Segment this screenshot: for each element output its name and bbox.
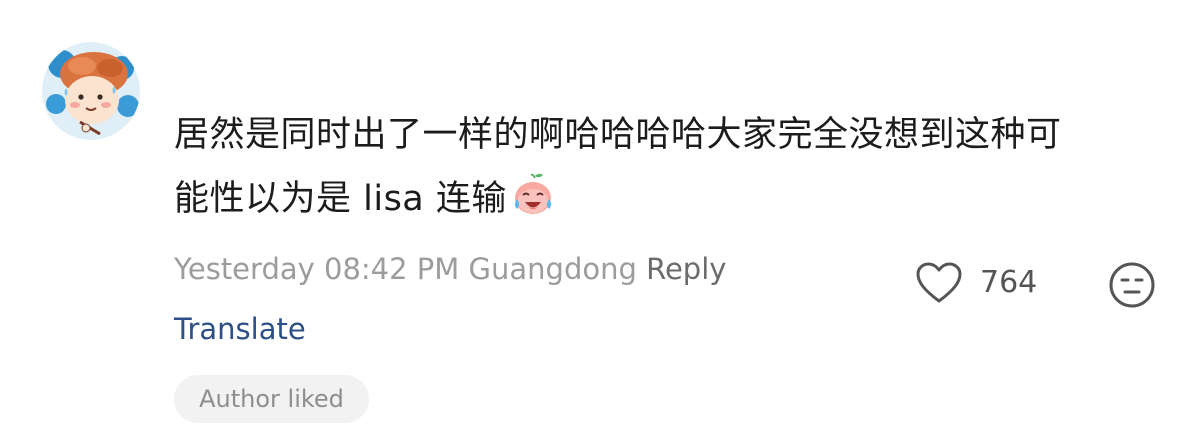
author-liked-badge: Author liked (174, 375, 369, 423)
comment-text-line-1: 居然是同时出了一样的啊哈哈哈哈大家完全没想到这种可 (174, 115, 1062, 155)
reply-button[interactable]: Reply (646, 252, 726, 286)
comment-item: 居然是同时出了一样的啊哈哈哈哈大家完全没想到这种可 能性以为是 lisa 连输 (0, 0, 1200, 432)
comment-text: 居然是同时出了一样的啊哈哈哈哈大家完全没想到这种可 能性以为是 lisa 连输 (174, 103, 1074, 231)
like-count: 764 (980, 265, 1038, 300)
comment-text-line-2-text: 能性以为是 lisa 连输 (174, 179, 507, 219)
user-avatar[interactable] (42, 42, 140, 140)
heart-outline-icon (916, 262, 962, 303)
comment-text-line-2: 能性以为是 lisa 连输 (174, 167, 1074, 231)
comment-location: Guangdong (468, 252, 637, 286)
like-button[interactable]: 764 (916, 258, 1037, 308)
translate-button[interactable]: Translate (174, 309, 306, 349)
dislike-button[interactable] (1108, 261, 1156, 309)
neutral-face-icon (1109, 262, 1155, 308)
comment-timestamp: Yesterday 08:42 PM (174, 252, 460, 286)
crying-laughing-emoji-icon (509, 171, 557, 219)
